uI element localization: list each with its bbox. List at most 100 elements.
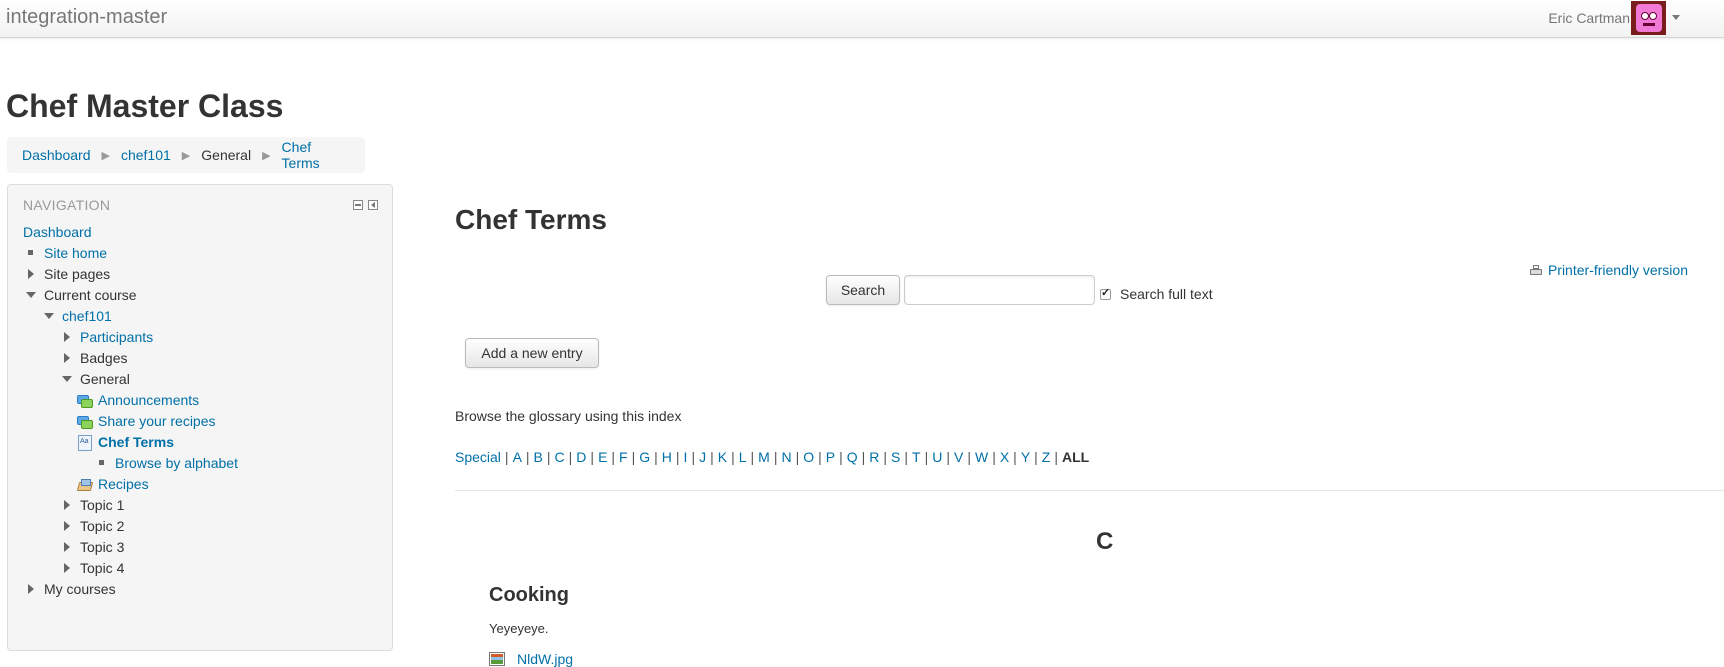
glossary-title: Chef Terms (455, 204, 607, 235)
index-separator: | (525, 449, 530, 465)
nav-item-announcements[interactable]: Announcements (98, 390, 199, 410)
nav-item-topic-2[interactable]: Topic 2 (80, 516, 124, 536)
entry-attachment: NldW.jpg (489, 651, 573, 667)
expand-arrow-icon[interactable] (28, 269, 34, 279)
index-separator: | (992, 449, 996, 465)
nav-item-share-your-recipes[interactable]: Share your recipes (98, 411, 216, 431)
add-new-entry-button[interactable]: Add a new entry (465, 338, 599, 368)
expand-arrow-icon[interactable] (28, 584, 34, 594)
breadcrumb-current[interactable]: Chef Terms (282, 139, 350, 171)
attachment-link[interactable]: NldW.jpg (517, 651, 573, 667)
index-separator: | (924, 449, 929, 465)
expand-arrow-icon[interactable] (64, 500, 70, 510)
expand-arrow-icon[interactable] (64, 542, 70, 552)
index-letter-g[interactable]: G (639, 449, 650, 465)
breadcrumb-course[interactable]: chef101 (121, 147, 171, 163)
index-letter-i[interactable]: I (684, 449, 688, 465)
index-letter-e[interactable]: E (598, 449, 607, 465)
index-letter-d[interactable]: D (576, 449, 586, 465)
breadcrumb-separator-icon: ▶ (181, 149, 191, 162)
index-letter-t[interactable]: T (912, 449, 921, 465)
index-letter-a[interactable]: A (513, 449, 522, 465)
fulltext-checkbox[interactable] (1100, 286, 1111, 300)
expand-arrow-icon[interactable] (64, 521, 70, 531)
nav-item-recipes[interactable]: Recipes (98, 474, 149, 494)
index-separator: | (861, 449, 866, 465)
index-separator: | (568, 449, 573, 465)
nav-item-topic-1[interactable]: Topic 1 (80, 495, 124, 515)
index-letter-v[interactable]: V (954, 449, 963, 465)
printer-friendly-label: Printer-friendly version (1547, 262, 1688, 278)
index-separator: | (946, 449, 950, 465)
index-separator: | (1034, 449, 1038, 465)
nav-item-chef-terms[interactable]: Chef Terms (98, 432, 174, 452)
index-letter-m[interactable]: M (758, 449, 770, 465)
user-name[interactable]: Eric Cartman (1548, 10, 1630, 26)
index-letter-r[interactable]: R (869, 449, 879, 465)
index-letter-q[interactable]: Q (847, 449, 858, 465)
index-letter-x[interactable]: X (1000, 449, 1009, 465)
collapse-arrow-icon[interactable] (44, 313, 54, 319)
index-separator: | (773, 449, 778, 465)
breadcrumb-section: General (201, 147, 252, 163)
image-file-icon (489, 652, 505, 666)
expand-arrow-icon[interactable] (64, 563, 70, 573)
index-letter-w[interactable]: W (975, 449, 988, 465)
divider (455, 490, 1724, 491)
nav-item-badges[interactable]: Badges (80, 348, 127, 368)
index-letter-o[interactable]: O (803, 449, 814, 465)
printer-icon (1529, 264, 1542, 276)
breadcrumb-dashboard[interactable]: Dashboard (22, 147, 91, 163)
search-fulltext-option[interactable]: Search full text (1100, 286, 1213, 302)
index-separator: | (795, 449, 800, 465)
collapse-arrow-icon[interactable] (26, 292, 36, 298)
index-letter-j[interactable]: J (699, 449, 706, 465)
index-letter-b[interactable]: B (534, 449, 543, 465)
index-letter-f[interactable]: F (619, 449, 628, 465)
browse-instructions: Browse the glossary using this index (455, 408, 682, 424)
index-letter-s[interactable]: S (891, 449, 900, 465)
nav-item-site-home[interactable]: Site home (44, 243, 107, 263)
index-letter-y[interactable]: Y (1021, 449, 1030, 465)
forum-icon (77, 416, 93, 430)
index-separator: | (750, 449, 755, 465)
index-letter-n[interactable]: N (781, 449, 791, 465)
expand-arrow-icon[interactable] (64, 332, 70, 342)
nav-item-topic-3[interactable]: Topic 3 (80, 537, 124, 557)
nav-item-participants[interactable]: Participants (80, 327, 153, 347)
site-name-link[interactable]: integration-master (6, 6, 167, 29)
nav-item-browse-by-alphabet[interactable]: Browse by alphabet (115, 453, 238, 473)
index-letter-k[interactable]: K (718, 449, 727, 465)
printer-friendly-link[interactable]: Printer-friendly version (1529, 262, 1688, 278)
collapse-block-icon[interactable] (353, 200, 363, 210)
entry-definition: Yeyeyeye. (489, 621, 549, 636)
navigation-block: NAVIGATION Dashboard Site home Site page… (7, 184, 393, 651)
index-letter-special[interactable]: Special (455, 449, 501, 465)
nav-item-general[interactable]: General (80, 369, 130, 389)
index-letter-u[interactable]: U (932, 449, 942, 465)
breadcrumb: Dashboard ▶ chef101 ▶ General ▶ Chef Ter… (7, 137, 365, 173)
nav-item-course-chef101[interactable]: chef101 (62, 306, 112, 326)
expand-arrow-icon[interactable] (64, 353, 70, 363)
index-letter-c[interactable]: C (555, 449, 565, 465)
index-separator: | (546, 449, 551, 465)
index-letter-l[interactable]: L (739, 449, 747, 465)
index-letter-z[interactable]: Z (1042, 449, 1051, 465)
user-avatar-icon[interactable] (1631, 1, 1666, 35)
search-input[interactable] (904, 275, 1095, 305)
letter-heading: C (1096, 528, 1114, 555)
collapse-arrow-icon[interactable] (62, 376, 72, 382)
index-separator: | (691, 449, 696, 465)
dock-block-icon[interactable] (368, 200, 378, 210)
nav-item-dashboard[interactable]: Dashboard (23, 222, 92, 242)
index-separator: | (504, 449, 509, 465)
caret-down-icon[interactable] (1672, 15, 1680, 20)
nav-item-site-pages[interactable]: Site pages (44, 264, 110, 284)
index-letter-h[interactable]: H (662, 449, 672, 465)
nav-item-topic-4[interactable]: Topic 4 (80, 558, 124, 578)
index-letter-p[interactable]: P (826, 449, 835, 465)
index-separator: | (631, 449, 636, 465)
search-button[interactable]: Search (826, 275, 900, 305)
nav-item-current-course[interactable]: Current course (44, 285, 137, 305)
nav-item-my-courses[interactable]: My courses (44, 579, 116, 599)
